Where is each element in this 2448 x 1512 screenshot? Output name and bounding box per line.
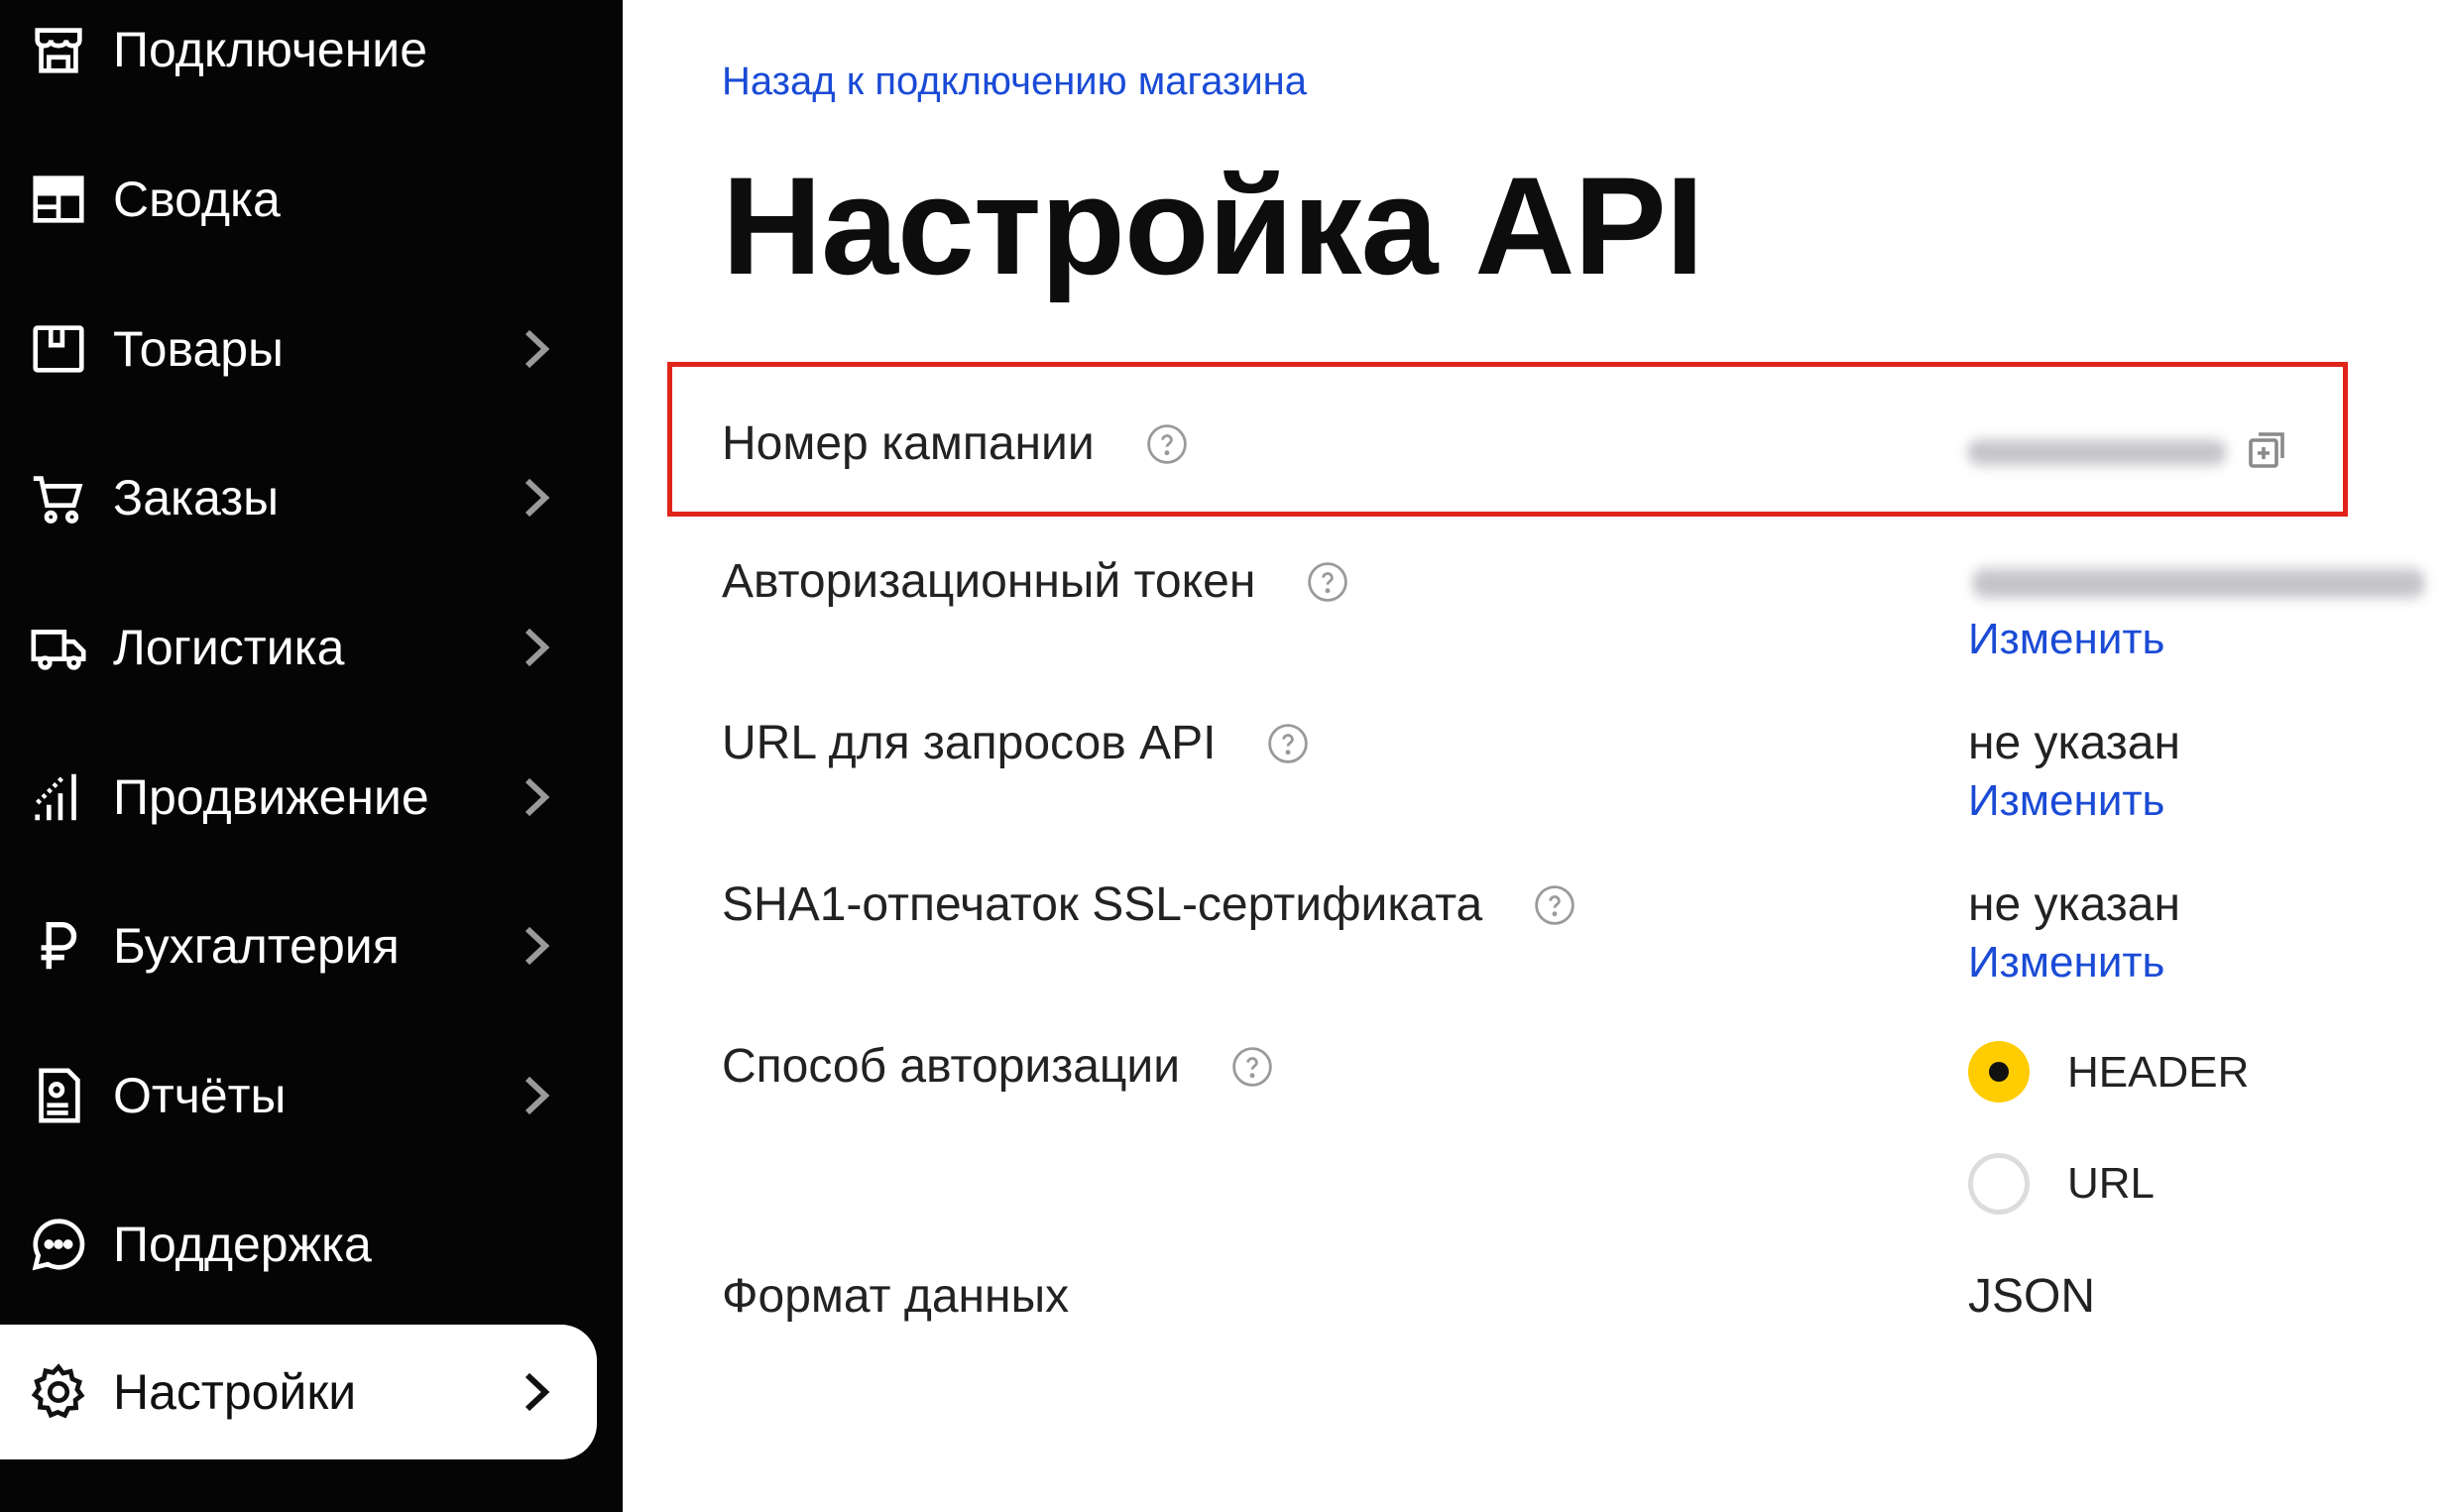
help-icon[interactable] xyxy=(1267,723,1309,764)
row-label-text: URL для запросов API xyxy=(722,717,1217,769)
sidebar-item-label: Логистика xyxy=(113,620,345,675)
cart-icon xyxy=(26,465,91,530)
sidebar-item-label: Настройки xyxy=(113,1364,357,1420)
sidebar-item-logistics[interactable]: Логистика xyxy=(0,580,599,715)
api-url-label: URL для запросов API xyxy=(722,716,1309,770)
sidebar-item-support[interactable]: Поддержка xyxy=(0,1177,599,1312)
auth-header-radio-label[interactable]: HEADER xyxy=(2067,1048,2249,1098)
sha1-value: не указан xyxy=(1968,878,2180,931)
change-sha1-link[interactable]: Изменить xyxy=(1968,938,2164,988)
api-url-value: не указан xyxy=(1968,717,2180,769)
back-link[interactable]: Назад к подключению магазина xyxy=(722,59,1307,104)
row-label-text: Формат данных xyxy=(722,1270,1070,1323)
chevron-right-icon xyxy=(525,329,550,369)
help-icon[interactable] xyxy=(1146,423,1188,465)
chevron-right-icon xyxy=(525,926,550,966)
chevron-right-icon xyxy=(525,1372,550,1412)
auth-url-radio-label[interactable]: URL xyxy=(2067,1159,2155,1209)
sidebar-item-accounting[interactable]: Бухгалтерия xyxy=(0,878,599,1013)
page-title: Настройка API xyxy=(722,148,1704,303)
chevron-right-icon xyxy=(525,1076,550,1115)
gear-icon xyxy=(26,1359,91,1425)
row-label-text: Авторизационный токен xyxy=(722,555,1256,608)
help-icon[interactable] xyxy=(1231,1046,1273,1088)
help-icon[interactable] xyxy=(1307,561,1348,603)
chevron-right-icon xyxy=(525,628,550,667)
chevron-right-icon xyxy=(525,777,550,817)
auth-url-radio[interactable] xyxy=(1968,1153,2030,1215)
sidebar-item-connection[interactable]: Подключение xyxy=(0,0,599,117)
sidebar-item-label: Поддержка xyxy=(113,1217,372,1272)
help-icon[interactable] xyxy=(1534,884,1575,926)
sidebar-item-label: Отчёты xyxy=(113,1068,287,1123)
sidebar-item-reports[interactable]: Отчёты xyxy=(0,1028,599,1163)
store-icon xyxy=(26,17,91,82)
row-label-text: Способ авторизации xyxy=(722,1040,1181,1093)
ruble-icon xyxy=(26,913,91,979)
sidebar-item-orders[interactable]: Заказы xyxy=(0,430,599,565)
sidebar-item-promotion[interactable]: Продвижение xyxy=(0,730,599,865)
row-label-text: Номер кампании xyxy=(722,417,1095,470)
chat-icon xyxy=(26,1212,91,1277)
report-icon xyxy=(26,1063,91,1128)
sha1-label: SHA1-отпечаток SSL-сертификата xyxy=(722,877,1575,932)
sidebar-item-summary[interactable]: Сводка xyxy=(0,132,599,267)
campaign-number-label: Номер кампании xyxy=(722,416,1188,471)
auth-token-value xyxy=(1973,567,2424,599)
campaign-number-value xyxy=(1968,438,2226,466)
row-label-text: SHA1-отпечаток SSL-сертификата xyxy=(722,878,1483,931)
sidebar-item-label: Заказы xyxy=(113,470,280,525)
sidebar-item-label: Бухгалтерия xyxy=(113,918,400,974)
sidebar-item-label: Подключение xyxy=(113,22,428,77)
copy-icon[interactable] xyxy=(2243,426,2290,474)
dashboard-icon xyxy=(26,167,91,232)
auth-method-label: Способ авторизации xyxy=(722,1039,1273,1094)
sidebar: Подключение Сводка Товары Заказы Логисти… xyxy=(0,0,623,1512)
data-format-label: Формат данных xyxy=(722,1269,1069,1324)
change-token-link[interactable]: Изменить xyxy=(1968,615,2164,664)
data-format-value: JSON xyxy=(1968,1270,2096,1323)
box-icon xyxy=(26,316,91,382)
sidebar-item-settings[interactable]: Настройки xyxy=(0,1325,597,1459)
sidebar-item-label: Сводка xyxy=(113,172,281,227)
sidebar-item-label: Продвижение xyxy=(113,769,429,825)
auth-token-label: Авторизационный токен xyxy=(722,554,1348,609)
sidebar-item-label: Товары xyxy=(113,321,284,377)
chevron-right-icon xyxy=(525,478,550,518)
chart-icon xyxy=(26,764,91,830)
change-url-link[interactable]: Изменить xyxy=(1968,776,2164,826)
truck-icon xyxy=(26,615,91,680)
auth-header-radio[interactable] xyxy=(1968,1041,2030,1103)
sidebar-item-products[interactable]: Товары xyxy=(0,282,599,416)
